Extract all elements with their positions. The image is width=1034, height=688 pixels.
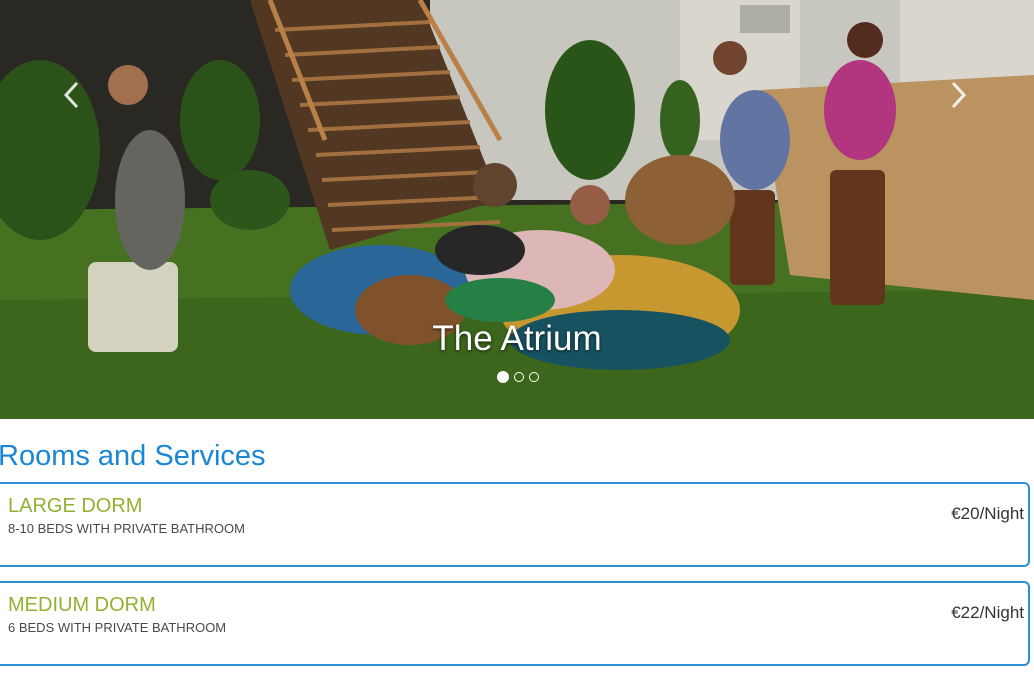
room-card-medium-dorm[interactable]: MEDIUM DORM 6 BEDS WITH PRIVATE BATHROOM… xyxy=(0,581,1030,666)
chevron-left-icon xyxy=(63,81,79,109)
room-description: 8-10 BEDS WITH PRIVATE BATHROOM xyxy=(8,521,245,536)
image-carousel[interactable]: The Atrium xyxy=(0,0,1034,419)
carousel-prev-button[interactable] xyxy=(56,78,86,112)
carousel-indicators xyxy=(0,371,1034,384)
room-name: LARGE DORM xyxy=(8,495,143,517)
room-price: €20/Night xyxy=(951,504,1024,523)
carousel-next-button[interactable] xyxy=(944,78,974,112)
carousel-indicator-2[interactable] xyxy=(513,372,524,382)
chevron-right-icon xyxy=(951,81,967,109)
carousel-indicator-1[interactable] xyxy=(496,371,509,383)
room-price: €22/Night xyxy=(951,603,1024,622)
carousel-indicator-3[interactable] xyxy=(528,372,539,382)
room-card-large-dorm[interactable]: LARGE DORM 8-10 BEDS WITH PRIVATE BATHRO… xyxy=(0,482,1030,567)
carousel-caption: The Atrium xyxy=(432,319,602,358)
section-title: Rooms and Services xyxy=(0,440,266,472)
room-name: MEDIUM DORM xyxy=(8,594,156,616)
room-description: 6 BEDS WITH PRIVATE BATHROOM xyxy=(8,620,227,635)
